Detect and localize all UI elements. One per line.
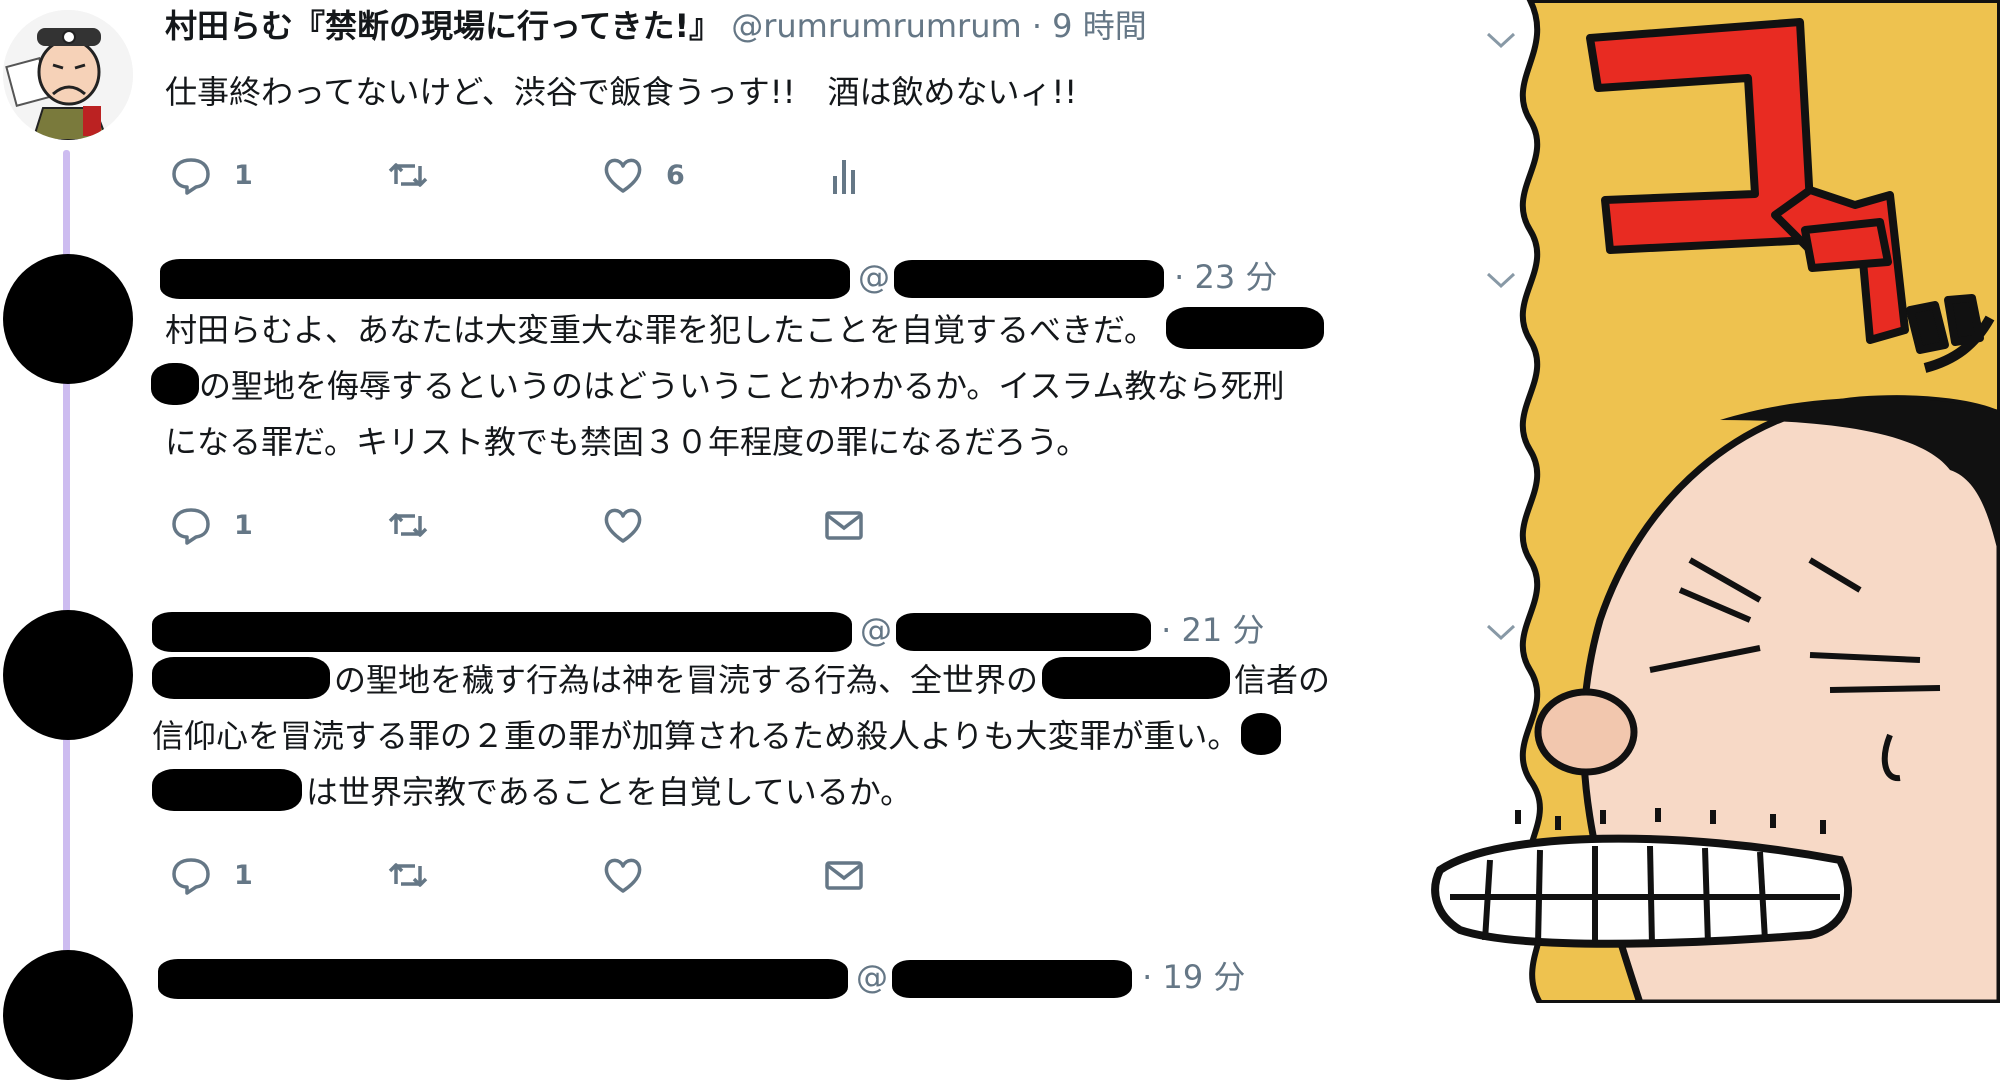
comic-reaction-overlay [1431,0,2000,1003]
grimacing-face-illustration [1431,395,2000,1003]
